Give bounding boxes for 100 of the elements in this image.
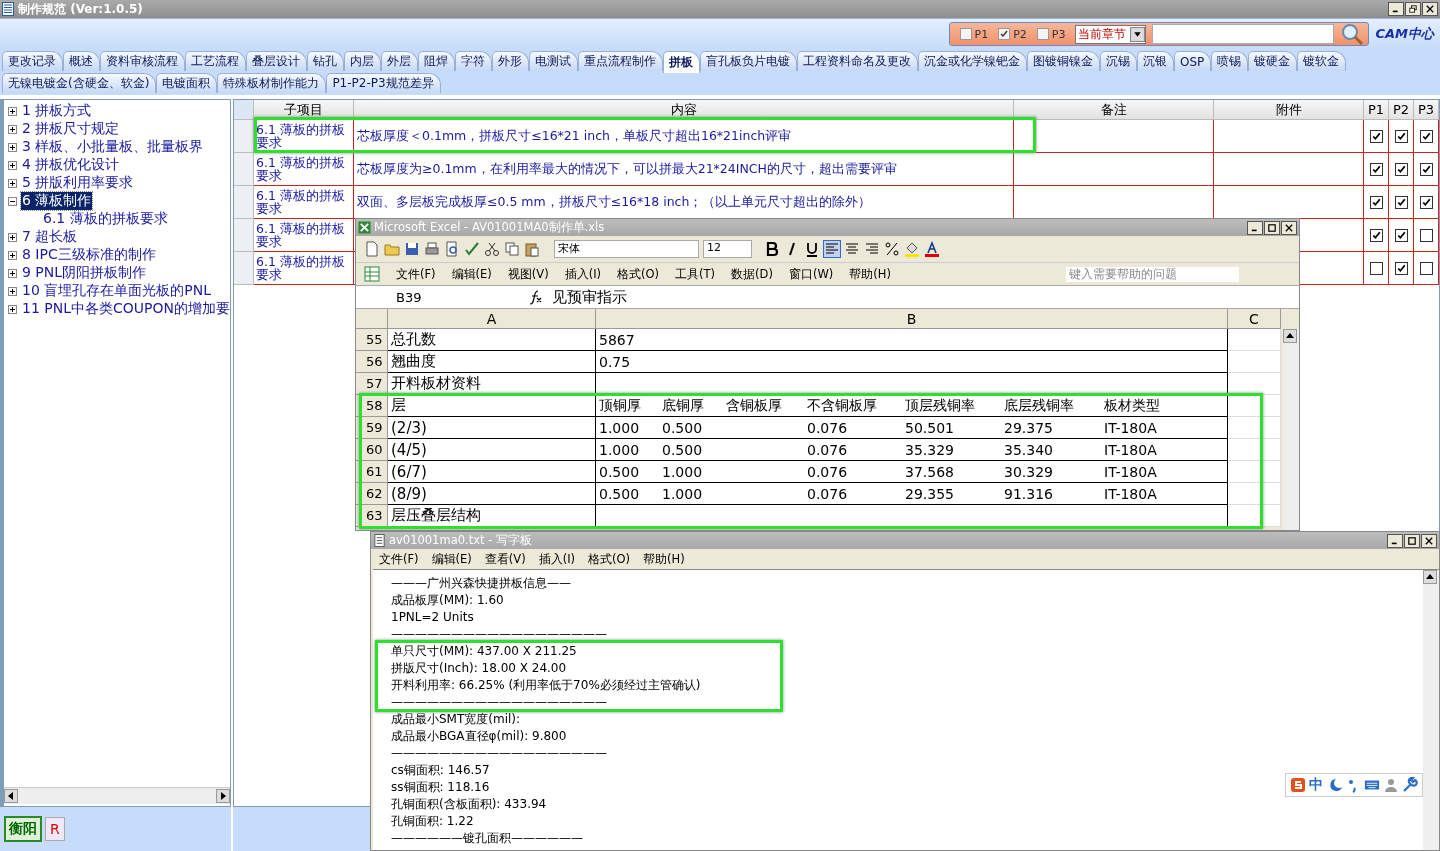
print-icon[interactable] — [424, 241, 440, 257]
tab[interactable]: 阻焊 — [418, 51, 455, 71]
preview-icon[interactable] — [444, 241, 460, 257]
new-document-icon[interactable] — [364, 241, 380, 257]
checkbox[interactable] — [1369, 129, 1383, 143]
tab[interactable]: 喷锡 — [1211, 51, 1249, 71]
tab[interactable]: 外层 — [381, 51, 418, 71]
tree-item[interactable]: 6 薄板制作 — [21, 192, 93, 210]
checkbox[interactable] — [1369, 162, 1383, 176]
tree-item[interactable]: 6.1 薄板的拼板要求 — [42, 210, 169, 228]
tree-item[interactable]: 7 超长板 — [21, 228, 79, 246]
expander-icon[interactable] — [8, 178, 17, 188]
maximize-button[interactable] — [1264, 220, 1280, 235]
menu-item[interactable]: 工具(T) — [675, 266, 716, 282]
checkbox[interactable] — [1369, 261, 1383, 275]
expander-icon[interactable] — [8, 286, 17, 296]
save-icon[interactable] — [404, 241, 420, 257]
input-logo-icon[interactable] — [1290, 777, 1306, 793]
tree-item[interactable]: 2 拼板尺寸规定 — [21, 120, 121, 138]
checkbox[interactable] — [1394, 228, 1408, 242]
menu-item[interactable]: 帮助(H) — [643, 551, 685, 567]
function-icon[interactable] — [528, 289, 544, 305]
underline-icon[interactable] — [804, 241, 820, 257]
checkbox[interactable] — [1419, 228, 1433, 242]
align-right-icon[interactable] — [864, 241, 880, 257]
user-icon[interactable] — [1383, 777, 1399, 793]
menu-item[interactable]: 帮助(H) — [849, 266, 891, 282]
expander-icon[interactable] — [8, 106, 17, 116]
tab[interactable]: 字符 — [455, 51, 492, 71]
font-size-field[interactable]: 12 — [703, 240, 752, 258]
tab[interactable]: 电镀面积 — [156, 73, 218, 93]
minimize-button[interactable] — [1387, 533, 1403, 548]
font-field[interactable]: 宋体 — [554, 240, 699, 258]
checkbox[interactable] — [1369, 228, 1383, 242]
tab[interactable]: 沉金或化学镍钯金 — [918, 51, 1027, 71]
tab[interactable]: 沉锡 — [1100, 51, 1137, 71]
tab[interactable]: 工艺流程 — [185, 51, 246, 71]
tab[interactable]: 镀硬金 — [1248, 51, 1298, 71]
tab[interactable]: 外形 — [492, 51, 529, 71]
menu-item[interactable]: 查看(V) — [484, 551, 526, 567]
tab[interactable]: 工程资料命名及更改 — [797, 51, 918, 71]
percent-icon[interactable] — [884, 241, 900, 257]
scrollbar[interactable] — [1423, 570, 1439, 850]
checkbox[interactable] — [1394, 129, 1408, 143]
tab[interactable]: 电测试 — [529, 51, 578, 71]
minimize-button[interactable] — [1388, 2, 1404, 16]
menu-item[interactable]: 编辑(E) — [451, 266, 492, 282]
tab[interactable]: OSP — [1174, 51, 1212, 71]
checkbox[interactable] — [1419, 195, 1433, 209]
search-field[interactable] — [1152, 24, 1335, 44]
maximize-button[interactable] — [1404, 533, 1420, 548]
formula-field[interactable]: 见预审指示 — [552, 287, 627, 307]
scrollbar[interactable] — [4, 787, 230, 804]
close-button[interactable] — [1421, 533, 1437, 548]
fill-color-icon[interactable] — [904, 241, 920, 257]
copy-icon[interactable] — [504, 241, 520, 257]
paste-icon[interactable] — [524, 241, 540, 257]
tab[interactable]: P1-P2-P3规范差异 — [326, 73, 441, 93]
menu-item[interactable]: 插入(I) — [564, 266, 602, 282]
tree-item[interactable]: 5 拼版利用率要求 — [21, 174, 135, 192]
expander-icon[interactable] — [8, 304, 17, 314]
expander-icon[interactable] — [8, 232, 17, 242]
checkbox[interactable] — [1394, 162, 1408, 176]
tab[interactable]: 叠层设计 — [246, 51, 307, 71]
expander-icon[interactable] — [8, 124, 17, 134]
tree-item[interactable]: 9 PNL阴阳拼板制作 — [21, 264, 148, 282]
menu-item[interactable]: 视图(V) — [507, 266, 549, 282]
tree-item[interactable]: 11 PNL中各类COUPON的增加要 — [21, 300, 230, 318]
align-center-icon[interactable] — [844, 241, 860, 257]
tab[interactable]: 概述 — [63, 51, 100, 71]
font-color-icon[interactable] — [924, 241, 940, 257]
menu-item[interactable]: 编辑(E) — [431, 551, 472, 567]
menu-item[interactable]: 文件(F) — [396, 266, 436, 282]
expander-icon[interactable] — [8, 268, 17, 278]
checkbox[interactable] — [1394, 261, 1408, 275]
scope-dropdown[interactable]: 当前章节 — [1075, 24, 1147, 44]
scissors-icon[interactable] — [484, 241, 500, 257]
scroll-right-icon[interactable] — [216, 789, 230, 803]
checkbox[interactable] — [1419, 162, 1433, 176]
menu-item[interactable]: 窗口(W) — [788, 266, 834, 282]
close-button[interactable] — [1281, 220, 1297, 235]
tab[interactable]: 更改记录 — [2, 51, 63, 71]
bold-icon[interactable] — [764, 241, 780, 257]
expander-icon[interactable] — [8, 160, 17, 170]
checkbox[interactable] — [1369, 195, 1383, 209]
checkbox[interactable] — [1036, 28, 1049, 40]
tab[interactable]: 特殊板材制作能力 — [217, 73, 327, 93]
minimize-button[interactable] — [1247, 220, 1263, 235]
tab[interactable]: 沉银 — [1137, 51, 1174, 71]
scroll-up-icon[interactable] — [1283, 329, 1297, 343]
align-left-icon[interactable] — [824, 241, 840, 257]
tab[interactable]: 钻孔 — [307, 51, 344, 71]
tab[interactable]: 重点流程制作 — [578, 51, 663, 71]
menu-item[interactable]: 数据(D) — [731, 266, 773, 282]
restore-button[interactable] — [1405, 2, 1421, 16]
tree-item[interactable]: 8 IPC三级标准的制作 — [21, 246, 157, 264]
scroll-left-icon[interactable] — [4, 789, 18, 803]
checkbox[interactable] — [998, 28, 1011, 40]
checkbox[interactable] — [1419, 261, 1433, 275]
scrollbar[interactable] — [1283, 329, 1299, 530]
